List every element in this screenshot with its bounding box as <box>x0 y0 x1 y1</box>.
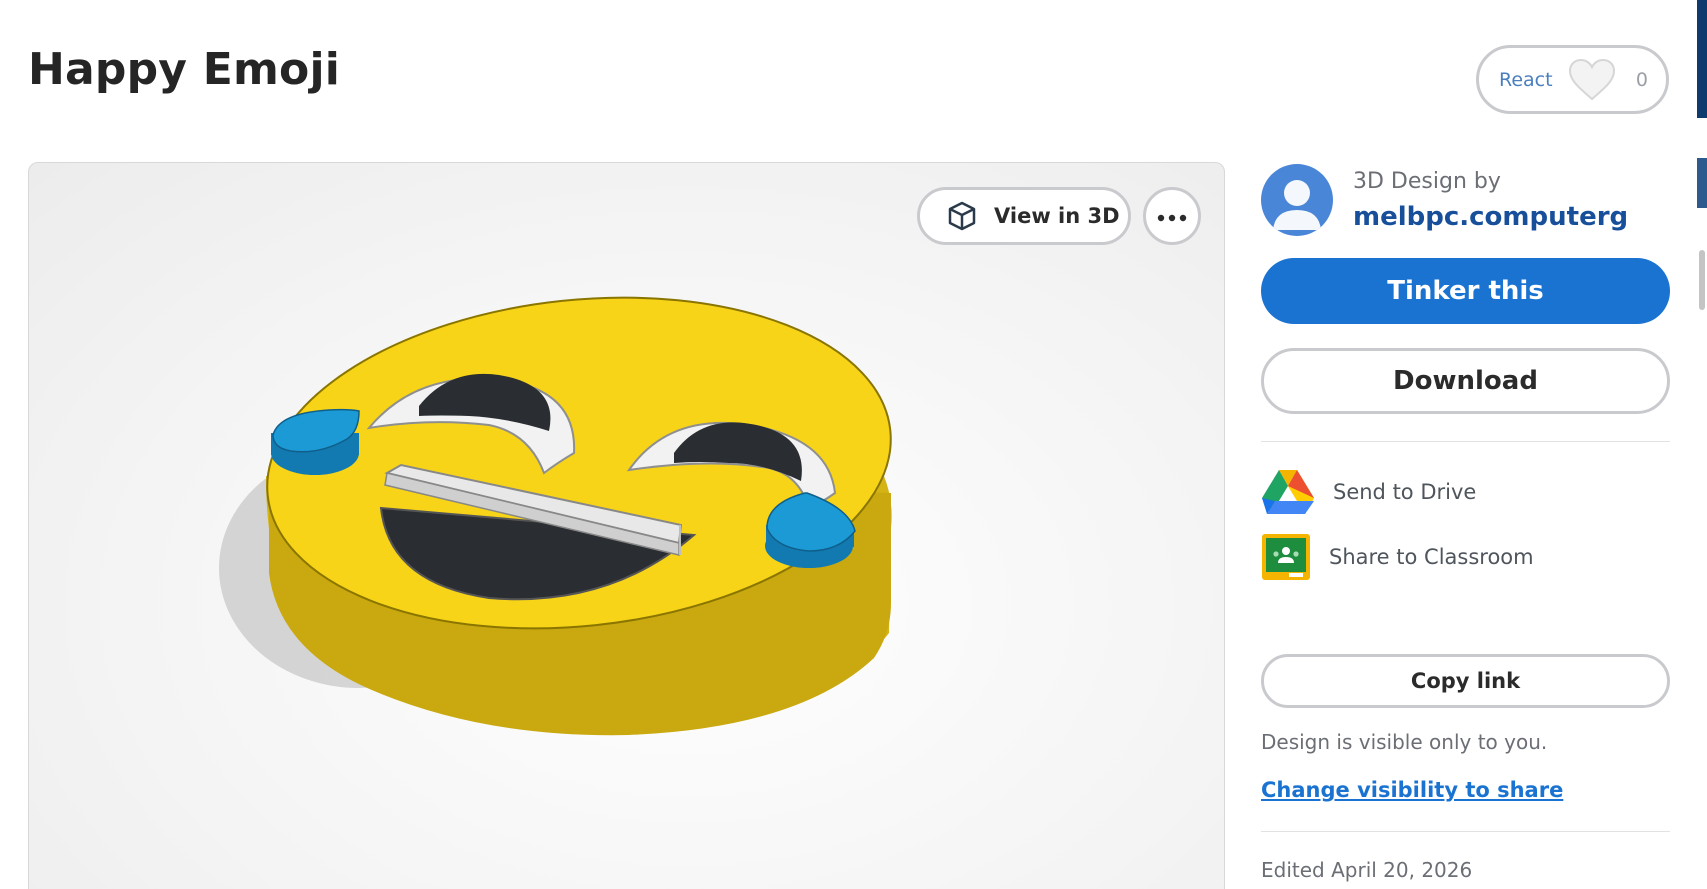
react-label: React <box>1499 68 1553 91</box>
side-panel-edge <box>1697 0 1707 118</box>
scrollbar[interactable] <box>1699 250 1705 310</box>
send-to-drive-button[interactable]: Send to Drive <box>1261 468 1476 516</box>
react-count: 0 <box>1635 68 1648 91</box>
heart-icon <box>1567 58 1617 102</box>
copy-link-button[interactable]: Copy link <box>1261 654 1670 708</box>
change-visibility-link[interactable]: Change visibility to share <box>1261 778 1563 802</box>
tinker-this-button[interactable]: Tinker this <box>1261 258 1670 324</box>
divider <box>1261 831 1670 832</box>
view-in-3d-label: View in 3D <box>994 204 1120 228</box>
download-button[interactable]: Download <box>1261 348 1670 414</box>
share-to-classroom-button[interactable]: Share to Classroom <box>1261 533 1534 581</box>
emoji-model-image <box>219 296 892 736</box>
designer-caption: 3D Design by <box>1353 168 1501 194</box>
visibility-note: Design is visible only to you. <box>1261 730 1548 754</box>
share-to-classroom-label: Share to Classroom <box>1329 545 1534 569</box>
designer-info: 3D Design by melbpc.computerg <box>1261 164 1628 236</box>
react-button[interactable]: React 0 <box>1476 45 1669 114</box>
cube-icon <box>946 200 978 232</box>
edited-date: Edited April 20, 2026 <box>1261 858 1473 882</box>
designer-name-link[interactable]: melbpc.computerg <box>1353 202 1628 232</box>
avatar[interactable] <box>1261 164 1333 236</box>
view-in-3d-button[interactable]: View in 3D <box>917 187 1131 245</box>
more-options-button[interactable] <box>1143 187 1201 245</box>
side-panel-tab[interactable] <box>1697 158 1707 208</box>
send-to-drive-label: Send to Drive <box>1333 480 1477 504</box>
google-drive-icon <box>1261 468 1315 516</box>
more-options-icon <box>1157 207 1187 226</box>
page-title: Happy Emoji <box>28 44 341 95</box>
design-preview[interactable]: View in 3D <box>28 162 1225 889</box>
user-icon <box>1273 180 1321 230</box>
google-classroom-icon <box>1261 533 1311 581</box>
divider <box>1261 441 1670 442</box>
